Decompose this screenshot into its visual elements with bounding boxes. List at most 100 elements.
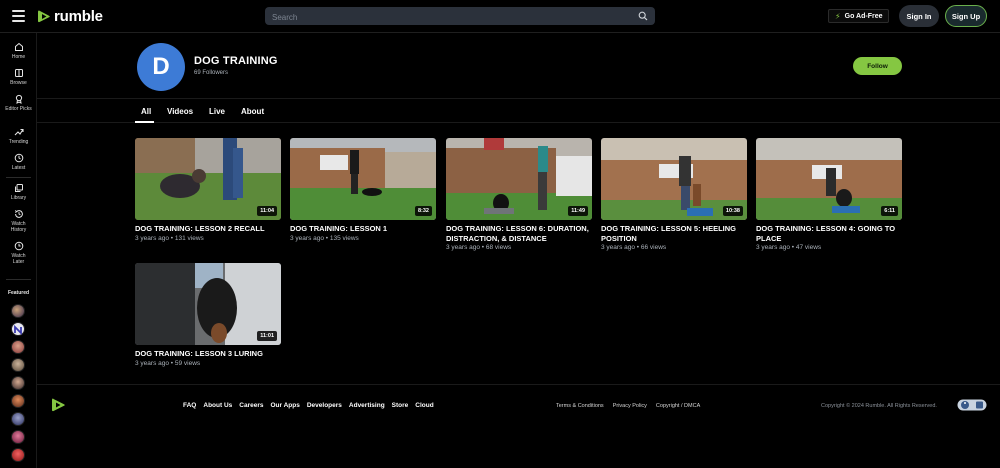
search-icon[interactable]	[638, 11, 648, 21]
video-duration: 11:01	[257, 331, 277, 341]
browse-icon	[14, 69, 23, 77]
sidebar-item-label: Editor Picks	[5, 106, 32, 112]
featured-heading: Featured	[7, 290, 30, 296]
channel-header: D DOG TRAINING 69 Followers Follow	[37, 33, 1000, 99]
featured-channel-avatar[interactable]	[11, 412, 25, 426]
footer-link-our-apps[interactable]: Our Apps	[270, 402, 299, 409]
sidebar-item-editor-picks[interactable]: Editor Picks	[0, 94, 37, 112]
sidebar-item-library[interactable]: Library	[0, 183, 37, 201]
video-title[interactable]: DOG TRAINING: LESSON 6: DURATION, DISTRA…	[446, 224, 592, 243]
sidebar-item-label: Watch Later	[11, 253, 26, 265]
tab-videos[interactable]: Videos	[167, 107, 193, 116]
search-bar[interactable]	[265, 7, 655, 27]
sidebar-item-label: Watch History	[10, 221, 27, 233]
video-card[interactable]: 11:04 DOG TRAINING: LESSON 2 RECALL 3 ye…	[135, 138, 281, 242]
clock-icon	[14, 153, 23, 163]
video-card[interactable]: 10:38 DOG TRAINING: LESSON 5: HEELING PO…	[601, 138, 747, 251]
footer-link-store[interactable]: Store	[392, 402, 409, 409]
video-card[interactable]: 6:11 DOG TRAINING: LESSON 4: GOING TO PL…	[756, 138, 902, 251]
channel-tabs: All Videos Live About	[37, 100, 1000, 123]
video-title[interactable]: DOG TRAINING: LESSON 3 LURING	[135, 349, 281, 359]
video-duration: 11:04	[257, 206, 277, 216]
video-title[interactable]: DOG TRAINING: LESSON 5: HEELING POSITION	[601, 224, 747, 243]
featured-channel-avatar[interactable]	[11, 430, 25, 444]
video-meta: 3 years ago • 131 views	[135, 234, 204, 242]
sidebar-item-home[interactable]: Home	[0, 42, 37, 60]
video-title[interactable]: DOG TRAINING: LESSON 1	[290, 224, 436, 234]
tab-all[interactable]: All	[141, 107, 151, 116]
footer-link-cloud[interactable]: Cloud	[415, 402, 433, 409]
channel-avatar[interactable]: D	[137, 43, 185, 91]
tab-about[interactable]: About	[241, 107, 264, 116]
sign-in-button[interactable]: Sign In	[899, 5, 939, 27]
video-card[interactable]: 11:49 DOG TRAINING: LESSON 6: DURATION, …	[446, 138, 592, 251]
sidebar-item-watch-later[interactable]: Watch Later	[0, 241, 37, 265]
video-duration: 10:38	[722, 206, 743, 216]
video-title[interactable]: DOG TRAINING: LESSON 2 RECALL	[135, 224, 281, 234]
featured-channel-avatar[interactable]	[11, 304, 25, 318]
footer-link-terms[interactable]: Terms & Conditions	[556, 403, 604, 409]
video-duration: 6:11	[881, 206, 898, 216]
video-thumbnail[interactable]: 11:01	[135, 263, 281, 345]
sign-up-button[interactable]: Sign Up	[945, 5, 987, 27]
video-thumbnail[interactable]: 10:38	[601, 138, 747, 220]
video-duration: 8:32	[414, 206, 432, 216]
video-title[interactable]: DOG TRAINING: LESSON 4: GOING TO PLACE	[756, 224, 902, 243]
logo-wordmark: rumble	[54, 8, 103, 25]
video-thumbnail[interactable]: 6:11	[756, 138, 902, 220]
featured-channel-avatar[interactable]	[11, 394, 25, 408]
footer-link-developers[interactable]: Developers	[307, 402, 342, 409]
video-meta: 3 years ago • 59 views	[135, 359, 201, 367]
footer-link-faq[interactable]: FAQ	[183, 402, 196, 409]
sidebar-item-label: Browse	[10, 80, 27, 86]
featured-channel-avatar[interactable]	[11, 358, 25, 372]
video-meta: 3 years ago • 135 views	[290, 234, 359, 242]
history-icon	[14, 210, 23, 218]
search-input[interactable]	[265, 8, 625, 27]
sidebar-item-browse[interactable]: Browse	[0, 68, 37, 86]
sidebar-divider	[6, 279, 31, 280]
video-thumbnail[interactable]: 11:04	[135, 138, 281, 220]
footer-link-careers[interactable]: Careers	[239, 402, 263, 409]
sidebar-item-label: Library	[10, 195, 27, 201]
featured-channel-avatar[interactable]	[11, 322, 25, 336]
footer-legal-links: Terms & Conditions Privacy Policy Copyri…	[556, 403, 700, 409]
featured-channel-avatar[interactable]	[11, 376, 25, 390]
channel-followers: 69 Followers	[194, 70, 229, 76]
footer-link-copyright-dmca[interactable]: Copyright / DMCA	[656, 403, 700, 409]
video-meta: 3 years ago • 66 views	[601, 244, 667, 251]
video-card[interactable]: 11:01 DOG TRAINING: LESSON 3 LURING 3 ye…	[135, 263, 281, 367]
sidebar-item-label: Latest	[11, 165, 26, 171]
sidebar-item-label: Trending	[8, 139, 29, 145]
lightning-icon: ⚡	[835, 11, 841, 21]
accessibility-badge-icon[interactable]	[957, 399, 987, 411]
sidebar-item-latest[interactable]: Latest	[0, 153, 37, 171]
footer-link-advertising[interactable]: Advertising	[349, 402, 385, 409]
menu-icon[interactable]	[12, 10, 25, 22]
featured-channel-logo	[14, 324, 22, 336]
top-header: rumble ⚡ Go Ad-Free Sign In Sign Up	[0, 0, 1000, 33]
sidebar-item-label: Home	[11, 54, 26, 60]
tab-live[interactable]: Live	[209, 107, 225, 116]
video-thumbnail[interactable]: 8:32	[290, 138, 436, 220]
go-ad-free-button[interactable]: ⚡ Go Ad-Free	[828, 9, 890, 23]
rumble-footer-logo-icon[interactable]	[51, 397, 66, 413]
thumbnail-image	[756, 138, 902, 220]
sidebar-divider	[6, 177, 31, 178]
video-thumbnail[interactable]: 11:49	[446, 138, 592, 220]
editor-picks-icon	[15, 94, 22, 104]
footer-link-privacy[interactable]: Privacy Policy	[613, 403, 647, 409]
featured-channel-avatar[interactable]	[11, 340, 25, 354]
video-card[interactable]: 8:32 DOG TRAINING: LESSON 1 3 years ago …	[290, 138, 436, 242]
footer-links: FAQ About Us Careers Our Apps Developers…	[183, 402, 434, 409]
follow-button[interactable]: Follow	[853, 57, 902, 75]
trending-icon	[14, 128, 24, 136]
channel-name: DOG TRAINING	[194, 55, 278, 67]
video-duration: 11:49	[568, 206, 588, 216]
sidebar-item-watch-history[interactable]: Watch History	[0, 209, 37, 233]
rumble-logo[interactable]: rumble	[37, 8, 103, 25]
featured-channel-avatar[interactable]	[11, 448, 25, 462]
footer-link-about-us[interactable]: About Us	[203, 402, 232, 409]
sidebar-item-trending[interactable]: Trending	[0, 127, 37, 145]
home-icon	[14, 42, 23, 51]
